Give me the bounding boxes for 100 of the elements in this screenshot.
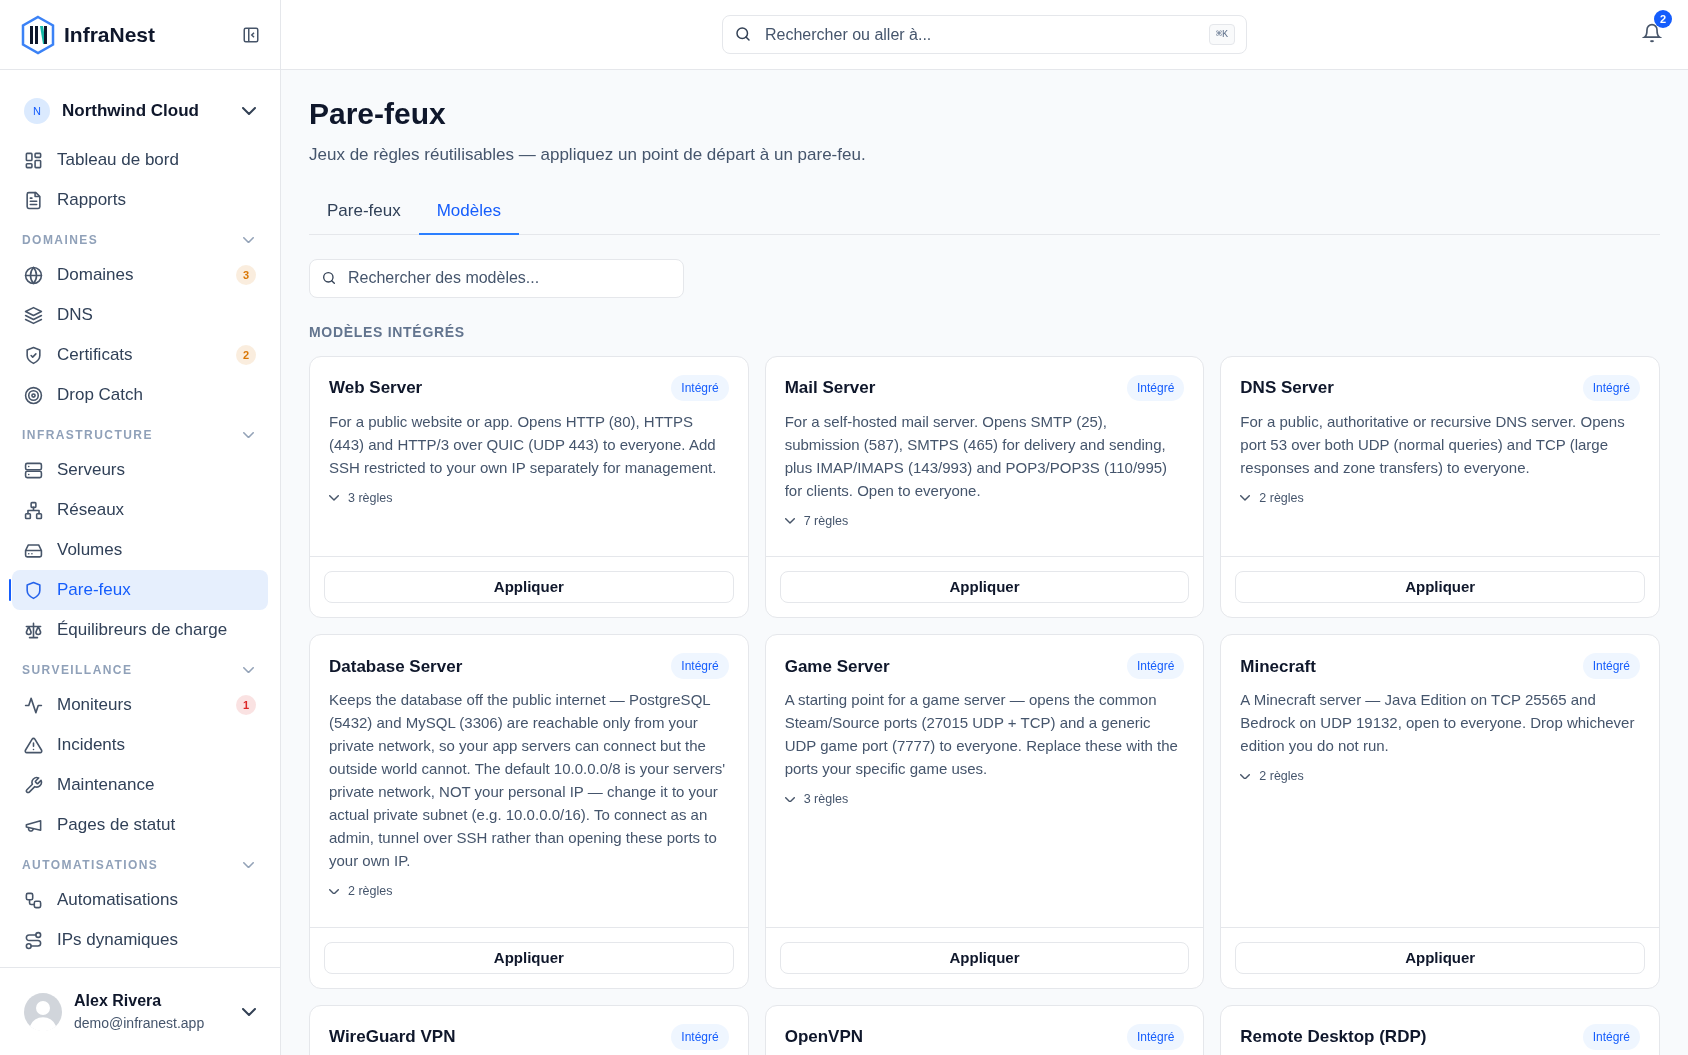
apply-button[interactable]: Appliquer: [1235, 571, 1645, 604]
section-label: MODÈLES INTÉGRÉS: [309, 322, 466, 342]
rules-toggle[interactable]: 2 règles: [1240, 488, 1304, 508]
chevron-down-icon: [243, 236, 254, 244]
sidebar-item[interactable]: Moniteurs 1: [12, 685, 268, 725]
builtin-badge: Intégré: [671, 653, 729, 680]
brand-name: InfraNest: [64, 21, 156, 48]
rules-toggle[interactable]: 3 règles: [784, 790, 849, 809]
count-badge: 1: [236, 695, 256, 715]
shield-icon: [24, 580, 43, 600]
target-icon: [24, 385, 43, 405]
template-description: For a self-hosted mail server. Opens SMTP (25), submission (587), SMTPS (465) for delivery and sending, plus IMAP/IMAPS (143/993) and POP3/POP3S (110/995) for clients. Open to everyone.: [784, 411, 1169, 501]
builtin-badge: Intégré: [671, 1024, 729, 1050]
chevron-down-icon: [329, 495, 339, 501]
document-icon: [24, 190, 43, 210]
chevron-down-icon: [329, 888, 339, 895]
builtin-badge: Intégré: [1126, 374, 1185, 401]
collapse-sidebar-icon[interactable]: [242, 25, 260, 44]
sidebar-item[interactable]: Pare-feux: [12, 570, 268, 610]
sidebar-item[interactable]: Volumes: [12, 530, 268, 570]
search-icon: [734, 25, 752, 43]
search-icon: [321, 269, 337, 286]
template-description: For a public website or app. Opens HTTP (80), HTTPS (443) and HTTP/3 over QUIC (UDP 443) to everyone. Add SSH restricted to your own IP separately for management.: [329, 411, 718, 478]
apply-button[interactable]: Appliquer: [324, 571, 734, 604]
template-title: Game Server: [784, 655, 890, 678]
apply-button[interactable]: Appliquer: [779, 571, 1190, 604]
rules-toggle[interactable]: 2 règles: [1240, 767, 1304, 786]
page-title: Pare-feux: [309, 96, 447, 132]
tab[interactable]: Modèles: [418, 189, 519, 235]
workspace-avatar: N: [24, 98, 50, 124]
template-title: Database Server: [329, 655, 463, 678]
count-badge: 3: [236, 265, 256, 285]
template-title: Minecraft: [1240, 655, 1316, 678]
chevron-down-icon: [243, 861, 254, 869]
page-subtitle: Jeux de règles réutilisables — appliquez un point de départ à un pare-feu.: [309, 144, 867, 166]
logo-icon: [20, 14, 56, 55]
layers-icon: [24, 305, 43, 325]
rules-toggle[interactable]: 2 règles: [329, 882, 393, 901]
template-title: Web Server: [329, 376, 423, 399]
builtin-badge: Intégré: [1126, 653, 1185, 680]
sidebar-item[interactable]: Équilibreurs de charge: [12, 610, 268, 650]
builtin-badge: Intégré: [1126, 1024, 1185, 1050]
count-badge: 2: [236, 345, 256, 365]
sidebar-item[interactable]: Certificats 2: [12, 335, 268, 375]
globe-icon: [24, 265, 43, 285]
chevron-down-icon: [243, 431, 254, 439]
sidebar-item[interactable]: DNS: [12, 295, 268, 335]
sidebar-item[interactable]: Incidents: [12, 725, 268, 765]
sidebar-item[interactable]: Domaines 3: [12, 255, 268, 295]
template-description: A starting point for a game server — opens the common Steam/Source ports (27015 UDP + TCP) and a generic UDP game port (7777) to everyone. Replace these with the ports your specific game uses.: [784, 690, 1179, 780]
template-title: DNS Server: [1240, 376, 1334, 399]
warning-icon: [24, 735, 43, 755]
chevron-down-icon: [784, 796, 795, 803]
chevron-down-icon: [784, 518, 795, 524]
user-menu[interactable]: Alex Rivera demo@infranest.app: [0, 967, 280, 1055]
template-description: A Minecraft server — Java Edition on TCP 25565 and Bedrock on UDP 19132, open to everyone. Drop whichever edition you do not run.: [1240, 690, 1636, 757]
server-icon: [24, 460, 43, 480]
rules-toggle[interactable]: 7 règles: [784, 511, 849, 531]
sidebar-item[interactable]: Serveurs: [12, 450, 268, 490]
sidebar-item[interactable]: Drop Catch: [12, 375, 268, 415]
apply-button[interactable]: Appliquer: [1235, 942, 1645, 974]
builtin-badge: Intégré: [1582, 653, 1640, 680]
template-title: WireGuard VPN: [329, 1026, 456, 1049]
user-email: demo@infranest.app: [74, 1014, 206, 1033]
sidebar-item[interactable]: Réseaux: [12, 490, 268, 530]
chevron-down-icon: [1240, 495, 1251, 501]
grid-icon: [24, 150, 43, 170]
apply-button[interactable]: Appliquer: [324, 942, 734, 974]
chevron-down-icon: [242, 107, 256, 115]
notification-bell-icon[interactable]: [1642, 22, 1662, 44]
wrench-icon: [24, 775, 43, 795]
sidebar-item[interactable]: Automatisations: [12, 880, 268, 920]
template-title: Remote Desktop (RDP): [1240, 1026, 1427, 1049]
sidebar-item[interactable]: Tableau de bord: [12, 140, 268, 180]
scale-icon: [24, 620, 43, 640]
chevron-down-icon: [1240, 773, 1251, 780]
template-description: For a public, authoritative or recursive DNS server. Opens port 53 over both UDP (normal queries) and TCP (large responses and zone transfers) to everyone.: [1240, 411, 1626, 478]
sidebar-item[interactable]: IPs dynamiques: [12, 920, 268, 960]
template-title: OpenVPN: [784, 1026, 864, 1049]
apply-button[interactable]: Appliquer: [779, 942, 1190, 974]
rules-toggle[interactable]: 3 règles: [329, 488, 393, 508]
builtin-badge: Intégré: [671, 374, 729, 401]
builtin-badge: Intégré: [1582, 374, 1640, 401]
notification-count: 2: [1654, 10, 1672, 28]
shortcut-hint: ⌘K: [1208, 24, 1235, 45]
activity-icon: [24, 695, 43, 715]
user-name: Alex Rivera: [74, 991, 163, 1011]
sidebar-item[interactable]: Pages de statut: [12, 805, 268, 845]
sidebar-item[interactable]: Rapports: [12, 180, 268, 220]
template-description: Keeps the database off the public internet — PostgreSQL (5432) and MySQL (3306) are reachable only from your private network, so your app servers can connect but the outside world cannot. The default 10.0.0.0/8 is your servers' private network, NOT your personal IP — change it to your actual private subnet (e.g. 10.0.0.0/16). To connect as an admin, tunnel over SSH rather than opening these ports to your own IP.: [329, 690, 727, 872]
network-icon: [24, 500, 43, 520]
tab[interactable]: Pare-feux: [309, 189, 419, 235]
avatar: [24, 992, 62, 1031]
chevron-down-icon: [243, 666, 254, 674]
workflow-icon: [24, 890, 43, 910]
template-search-field[interactable]: Rechercher des modèles...: [309, 258, 684, 298]
sidebar-item[interactable]: Maintenance: [12, 765, 268, 805]
workspace-switcher[interactable]: N Northwind Cloud: [20, 90, 260, 132]
route-icon: [24, 930, 43, 950]
builtin-badge: Intégré: [1582, 1024, 1640, 1050]
